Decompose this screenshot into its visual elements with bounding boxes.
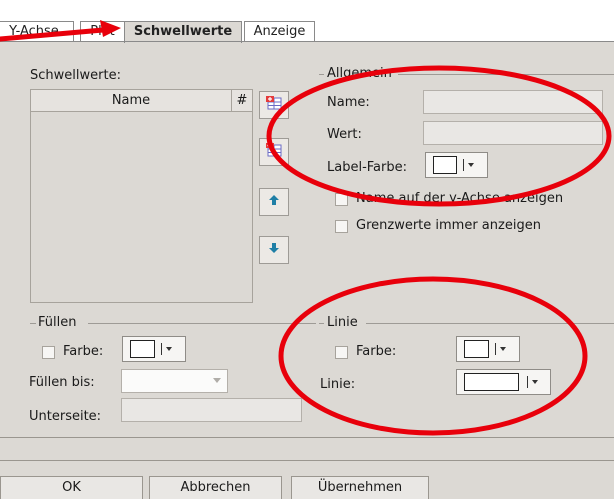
ok-button[interactable]: OK xyxy=(0,476,143,499)
thresholds-list[interactable]: Name # xyxy=(30,89,253,303)
picker-separator xyxy=(161,343,162,355)
line-style-label: Linie: xyxy=(320,377,356,392)
line-color-label: Farbe: xyxy=(356,344,397,359)
separator-line xyxy=(0,437,614,438)
add-row-icon xyxy=(265,95,283,115)
delete-threshold-button[interactable] xyxy=(259,138,289,166)
tab-divider xyxy=(0,41,614,42)
group-line-right xyxy=(398,74,614,75)
group-title-general: Allgemein xyxy=(327,66,392,81)
cancel-button[interactable]: Abbrechen xyxy=(149,476,282,499)
color-swatch xyxy=(130,340,155,358)
group-line-left xyxy=(319,323,324,324)
name-field[interactable] xyxy=(423,90,603,114)
add-threshold-button[interactable] xyxy=(259,91,289,119)
color-swatch xyxy=(433,156,457,174)
fill-to-select[interactable] xyxy=(121,369,228,393)
color-swatch xyxy=(464,340,489,358)
picker-separator xyxy=(463,159,464,171)
tab-label: Anzeige xyxy=(253,24,306,39)
move-down-button[interactable] xyxy=(259,236,289,264)
label-color-picker[interactable] xyxy=(425,152,488,178)
group-line-left xyxy=(30,323,36,324)
show-name-on-axis-checkbox[interactable] xyxy=(335,193,348,206)
tab-plot[interactable]: Plot xyxy=(80,21,125,42)
bottom-field[interactable] xyxy=(121,398,302,422)
delete-row-icon xyxy=(265,142,283,162)
group-line-right xyxy=(88,323,316,324)
column-header-name[interactable]: Name xyxy=(31,90,231,111)
chevron-down-icon xyxy=(532,380,538,384)
tab-label: Schwellwerte xyxy=(133,24,233,39)
name-label: Name: xyxy=(327,95,370,110)
tab-label: Y-Achse xyxy=(9,24,59,39)
thresholds-label: Schwellwerte: xyxy=(30,68,121,83)
tab-label: Plot xyxy=(90,24,115,39)
line-color-picker[interactable] xyxy=(456,336,520,362)
fill-color-picker[interactable] xyxy=(122,336,186,362)
separator-line xyxy=(0,460,614,461)
value-field[interactable] xyxy=(423,121,603,145)
value-label: Wert: xyxy=(327,127,362,142)
show-name-on-axis-label: Name auf der y-Achse anzeigen xyxy=(356,191,564,206)
line-style-preview xyxy=(464,373,519,391)
fill-color-label: Farbe: xyxy=(63,344,104,359)
group-title-fill: Füllen xyxy=(38,315,77,330)
line-color-checkbox[interactable] xyxy=(335,346,348,359)
chevron-down-icon xyxy=(500,347,506,351)
chevron-down-icon xyxy=(468,163,474,167)
line-style-picker[interactable] xyxy=(456,369,551,395)
picker-separator xyxy=(527,376,528,388)
group-line-right xyxy=(366,323,614,324)
annotation-ellipse-line xyxy=(278,276,588,436)
always-show-limits-checkbox[interactable] xyxy=(335,220,348,233)
bottom-label: Unterseite: xyxy=(29,409,102,424)
group-title-line: Linie xyxy=(327,315,358,330)
column-header-number[interactable]: # xyxy=(232,90,252,111)
tab-thresholds[interactable]: Schwellwerte xyxy=(124,21,242,43)
group-line-left xyxy=(319,74,324,75)
chevron-down-icon xyxy=(213,378,221,383)
label-color-label: Label-Farbe: xyxy=(327,160,407,175)
list-header: Name # xyxy=(31,90,252,112)
fill-to-label: Füllen bis: xyxy=(29,375,95,390)
always-show-limits-label: Grenzwerte immer anzeigen xyxy=(356,218,541,233)
chevron-down-icon xyxy=(166,347,172,351)
arrow-up-icon xyxy=(268,194,280,210)
tab-display[interactable]: Anzeige xyxy=(244,21,315,42)
tab-strip: Y-Achse Plot Schwellwerte Anzeige xyxy=(0,0,614,43)
tab-y-axis[interactable]: Y-Achse xyxy=(0,21,74,42)
picker-separator xyxy=(495,343,496,355)
apply-button[interactable]: Übernehmen xyxy=(291,476,429,499)
arrow-down-icon xyxy=(268,242,280,258)
move-up-button[interactable] xyxy=(259,188,289,216)
fill-color-checkbox[interactable] xyxy=(42,346,55,359)
